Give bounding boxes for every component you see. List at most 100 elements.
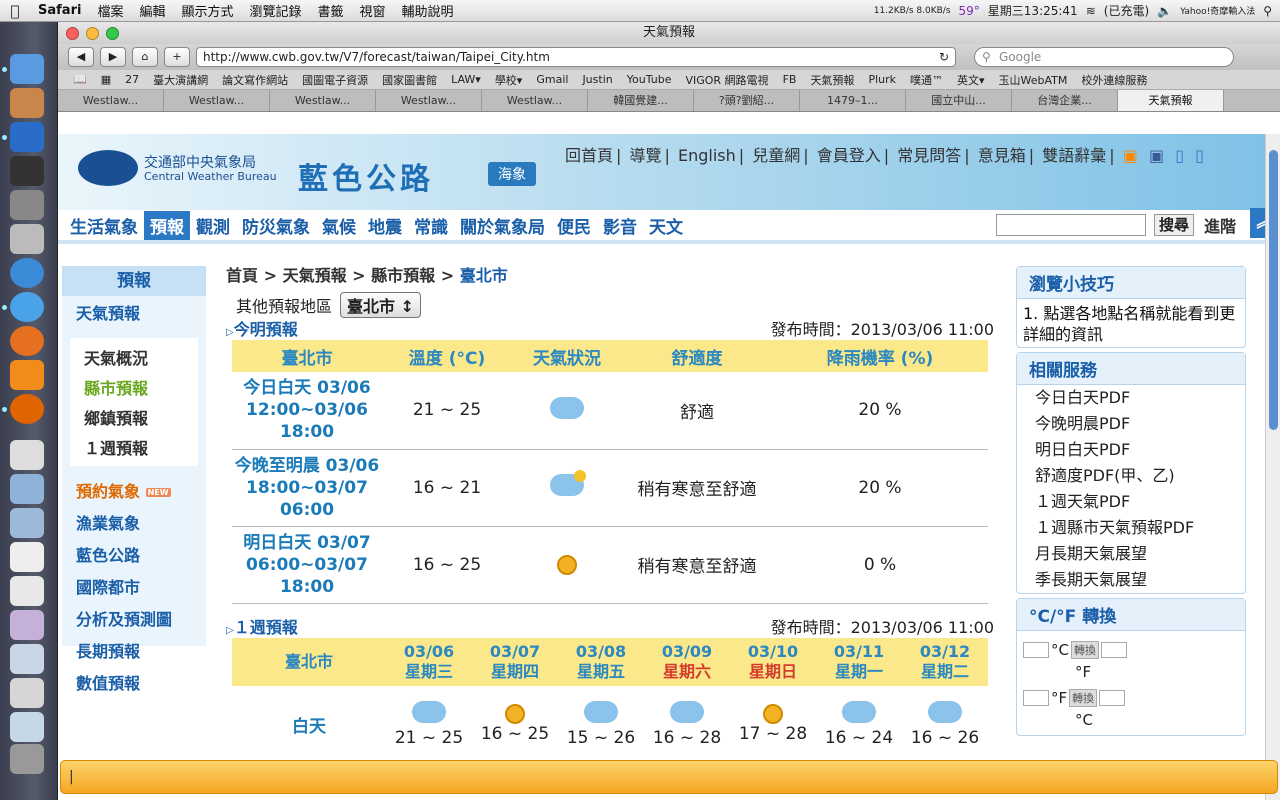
service-link[interactable]: １週縣市天氣預報PDF bbox=[1017, 515, 1245, 541]
bookmark-item[interactable]: 國家圖書館 bbox=[375, 72, 444, 88]
tab[interactable]: 1479–1... bbox=[800, 90, 906, 111]
tab-active[interactable]: 天氣預報 bbox=[1118, 90, 1224, 111]
link-glossary[interactable]: 雙語辭彙 bbox=[1039, 146, 1109, 165]
sidebar-item-reserve[interactable]: 預約氣象 NEW bbox=[62, 474, 206, 506]
tab[interactable]: 韓國覺建... bbox=[588, 90, 694, 111]
menu-view[interactable]: 顯示方式 bbox=[173, 1, 241, 20]
sidebar-item-weather[interactable]: 天氣預報 bbox=[62, 296, 206, 328]
menu-help[interactable]: 輔助說明 bbox=[394, 1, 462, 20]
menu-history[interactable]: 瀏覽記錄 bbox=[241, 1, 309, 20]
tab[interactable]: Westlaw... bbox=[164, 90, 270, 111]
cwb-name-en[interactable]: Central Weather Bureau bbox=[144, 170, 277, 183]
forward-button[interactable]: ▶ bbox=[100, 47, 126, 67]
sidebar-item-county[interactable]: 縣市預報 bbox=[70, 372, 198, 402]
bookmark-item[interactable]: VIGOR 網路電視 bbox=[678, 72, 775, 88]
service-link[interactable]: １週天氣PDF bbox=[1017, 489, 1245, 515]
folder-icon[interactable] bbox=[10, 508, 44, 538]
sidebar-item-intl-cities[interactable]: 國際都市 bbox=[62, 570, 206, 602]
cloudy-icon[interactable] bbox=[670, 700, 704, 723]
finder-icon[interactable] bbox=[10, 54, 44, 84]
folder-icon[interactable] bbox=[10, 474, 44, 504]
sidebar-item-overview[interactable]: 天氣概況 bbox=[70, 342, 198, 372]
sunny-cloudy-icon[interactable] bbox=[557, 554, 577, 575]
sidebar-item-long-range[interactable]: 長期預報 bbox=[62, 634, 206, 666]
service-link[interactable]: 舒適度PDF(甲、乙) bbox=[1017, 463, 1245, 489]
apple-icon[interactable]:  bbox=[0, 2, 30, 20]
menu-edit[interactable]: 編輯 bbox=[131, 1, 173, 20]
nav-astronomy[interactable]: 天文 bbox=[643, 211, 689, 240]
cwb-name-cn[interactable]: 交通部中央氣象局 bbox=[144, 152, 256, 172]
partly-sunny-icon[interactable] bbox=[584, 700, 618, 723]
convert-button[interactable]: 轉換 bbox=[1069, 689, 1098, 707]
nav-forecast[interactable]: 預報 bbox=[144, 210, 190, 240]
bookmark-item[interactable]: 國圖電子資源 bbox=[295, 72, 375, 88]
itunes-icon[interactable] bbox=[10, 258, 44, 288]
volume-icon[interactable]: 🔈 bbox=[1157, 4, 1172, 18]
convert-button[interactable]: 轉換 bbox=[1070, 641, 1099, 659]
menu-window[interactable]: 視窗 bbox=[352, 1, 394, 20]
cwb-logo-icon[interactable] bbox=[78, 150, 138, 186]
cloudy-icon[interactable] bbox=[550, 396, 584, 419]
service-link[interactable]: 月長期天氣展望 bbox=[1017, 541, 1245, 567]
search-field[interactable]: ⚲ Google bbox=[974, 47, 1234, 67]
crumb-county[interactable]: 縣市預報 bbox=[371, 266, 435, 285]
nav-knowledge[interactable]: 常識 bbox=[408, 211, 454, 240]
input-method[interactable]: Yahoo!奇摩輸入法 bbox=[1180, 4, 1255, 17]
reload-icon[interactable]: ↻ bbox=[939, 48, 949, 66]
bookmark-item[interactable]: Plurk bbox=[861, 73, 903, 86]
vlc-icon[interactable] bbox=[10, 360, 44, 390]
nav-life[interactable]: 生活氣象 bbox=[64, 211, 144, 240]
crumb-weather[interactable]: 天氣預報 bbox=[283, 266, 347, 285]
spotlight-icon[interactable]: ⚲ bbox=[1263, 4, 1272, 18]
window-thumbnail-icon[interactable] bbox=[10, 644, 44, 674]
tab[interactable]: 國立中山... bbox=[906, 90, 1012, 111]
tab[interactable]: Westlaw... bbox=[482, 90, 588, 111]
region-select[interactable]: 臺北市 ↕ bbox=[340, 292, 422, 318]
mobile-icon[interactable]: ▯ bbox=[1172, 146, 1187, 165]
top-sites-icon[interactable]: ▦ bbox=[94, 73, 118, 86]
bookmark-item[interactable]: 臺大演講網 bbox=[146, 72, 215, 88]
sidebar-item-blue-road[interactable]: 藍色公路 bbox=[62, 538, 206, 570]
home-button[interactable]: ⌂ bbox=[132, 47, 158, 67]
sidebar-item-fishery[interactable]: 漁業氣象 bbox=[62, 506, 206, 538]
mobile-icon[interactable]: ▯ bbox=[1192, 146, 1207, 165]
iphoto-icon[interactable] bbox=[10, 88, 44, 118]
rain-icon[interactable] bbox=[842, 700, 876, 723]
sidebar-item-township[interactable]: 鄉鎮預報 bbox=[70, 402, 198, 432]
sea-badge[interactable]: 海象 bbox=[488, 162, 536, 186]
sidebar-item-analysis[interactable]: 分析及預測圖 bbox=[62, 602, 206, 634]
link-english[interactable]: English bbox=[675, 146, 739, 165]
sunny-cloudy-icon[interactable] bbox=[505, 704, 525, 725]
find-bar[interactable]: | bbox=[60, 760, 1278, 794]
nav-about[interactable]: 關於氣象局 bbox=[454, 211, 551, 240]
menu-file[interactable]: 檔案 bbox=[89, 1, 131, 20]
advanced-search-link[interactable]: 進階 bbox=[1204, 213, 1236, 237]
fahrenheit-output[interactable] bbox=[1100, 642, 1127, 658]
window-thumbnail-icon[interactable] bbox=[10, 610, 44, 640]
bookmark-item[interactable]: 噗通™ bbox=[903, 72, 950, 88]
bookmark-item[interactable]: 論文寫作網站 bbox=[215, 72, 295, 88]
document-icon[interactable] bbox=[10, 576, 44, 606]
nav-climate[interactable]: 氣候 bbox=[316, 211, 362, 240]
bookmark-item[interactable]: 英文▾ bbox=[950, 72, 992, 88]
facebook-icon[interactable]: ▣ bbox=[1146, 146, 1167, 165]
cloudy-night-icon[interactable] bbox=[550, 470, 586, 496]
window-thumbnail-icon[interactable] bbox=[10, 678, 44, 708]
tab[interactable]: 台灣企業... bbox=[1012, 90, 1118, 111]
bookmark-item[interactable]: FB bbox=[776, 73, 804, 86]
nav-service[interactable]: 便民 bbox=[551, 211, 597, 240]
minimize-button[interactable] bbox=[86, 27, 99, 40]
celsius-input[interactable] bbox=[1023, 642, 1049, 658]
tab[interactable]: Westlaw... bbox=[270, 90, 376, 111]
bookmark-item[interactable]: 27 bbox=[118, 73, 146, 86]
reading-list-icon[interactable]: 📖 bbox=[66, 73, 94, 86]
tab[interactable]: ?頭?劉紹... bbox=[694, 90, 800, 111]
bookmark-item[interactable]: 校外連線服務 bbox=[1074, 72, 1154, 88]
link-guide[interactable]: 導覽 bbox=[627, 146, 665, 165]
zoom-button[interactable] bbox=[106, 27, 119, 40]
nav-disaster[interactable]: 防災氣象 bbox=[236, 211, 316, 240]
wifi-icon[interactable]: ≋ bbox=[1086, 4, 1096, 18]
link-faq[interactable]: 常見問答 bbox=[894, 146, 964, 165]
bookmark-item[interactable]: LAW▾ bbox=[444, 73, 488, 86]
document-icon[interactable] bbox=[10, 542, 44, 572]
